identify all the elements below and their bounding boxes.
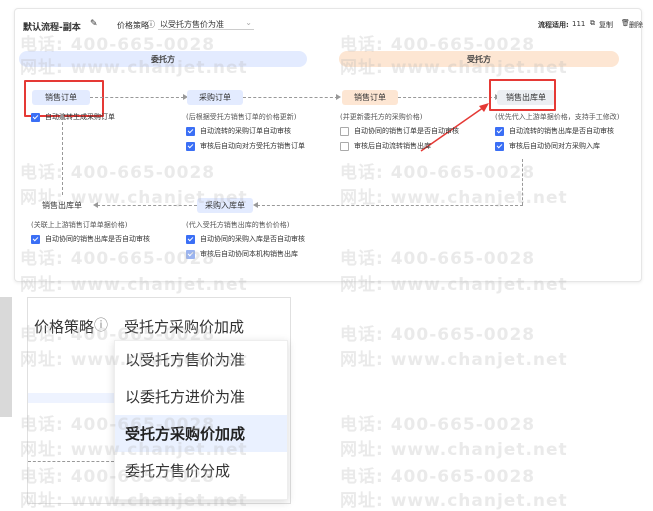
watermark-phone: 电话: 400-665-0028	[340, 467, 536, 487]
zoom-strategy-value[interactable]: 受托方采购价加成	[124, 316, 244, 337]
flow-line	[257, 205, 523, 206]
checkbox-row[interactable]: 自动流转生成采购订单	[31, 112, 115, 122]
checkbox[interactable]	[186, 141, 195, 151]
help-icon[interactable]: ⓘ	[147, 19, 155, 30]
checkbox[interactable]	[340, 141, 349, 151]
arrow-left-icon	[253, 202, 258, 208]
node-options: (优先代入上游单据价格，支持手工修改) 自动流转的销售出库是否自动审核 审核后自…	[495, 112, 619, 151]
node-label: 销售订单	[354, 93, 386, 102]
node-desc: (代入受托方销售出库的售价价格)	[186, 221, 290, 229]
apply-label: 流程适用:	[538, 21, 569, 29]
node-options: (关联上上游销售订单单据价格) 自动协同的销售出库是否自动审核	[31, 220, 150, 244]
checkbox-label: 审核后自动向对方受托方销售订单	[200, 142, 305, 150]
watermark-site: 网址: www.chanjet.net	[340, 350, 568, 370]
checkbox[interactable]	[186, 234, 195, 244]
watermark-site: 网址: www.chanjet.net	[340, 440, 568, 460]
node-purchase-order[interactable]: 采购订单	[187, 90, 243, 105]
chevron-down-icon: ⌄	[245, 18, 252, 27]
checkbox-row[interactable]: 审核后自动流转销售出库	[340, 141, 459, 151]
edit-icon[interactable]: ✎	[90, 19, 98, 29]
node-desc: (优先代入上游单据价格，支持手工修改)	[495, 113, 620, 121]
node-sales-outbound-client[interactable]: 销售出库单	[33, 198, 91, 213]
flow-line	[522, 159, 523, 205]
flow-line	[97, 205, 197, 206]
zoom-strategy-label: 价格策略	[34, 318, 95, 336]
node-desc: (后根据受托方销售订单的价格更新)	[186, 113, 297, 121]
strategy-select[interactable]: 以受托方售价为准 ⌄	[158, 17, 254, 30]
checkbox[interactable]	[186, 126, 195, 136]
node-purchase-inbound[interactable]: 采购入库单	[197, 198, 253, 213]
strategy-label: 价格策略	[117, 21, 149, 30]
dropdown-option[interactable]: 以委托方进价为准	[115, 378, 287, 415]
flow-line	[28, 461, 114, 462]
checkbox-row[interactable]: 审核后自动协同本机构销售出库	[186, 249, 305, 259]
option-label: 委托方售价分成	[125, 462, 231, 480]
band-fragment	[28, 393, 114, 403]
checkbox-row[interactable]: 自动协同的销售订单是否自动审核	[340, 126, 459, 136]
delete-button[interactable]: 删除	[629, 20, 643, 30]
flow-line	[398, 97, 497, 98]
dropdown-option-selected[interactable]: 受托方采购价加成	[115, 415, 287, 452]
checkbox-row[interactable]: 自动协同的销售出库是否自动审核	[31, 234, 150, 244]
watermark-phone: 电话: 400-665-0028	[340, 325, 536, 345]
dropdown-option[interactable]: 委托方售价分成	[115, 452, 287, 489]
flow-line	[62, 117, 63, 195]
checkbox-label: 自动协同的销售出库是否自动审核	[45, 235, 150, 243]
option-label: 以委托方进价为准	[125, 388, 246, 406]
node-desc: (关联上上游销售订单单据价格)	[31, 221, 128, 229]
help-icon[interactable]: ⓘ	[94, 315, 108, 335]
option-label: 受托方采购价加成	[125, 425, 246, 443]
node-label: 采购入库单	[205, 201, 245, 210]
checkbox[interactable]	[31, 112, 40, 122]
node-desc: (并更新委托方的采购价格)	[340, 113, 423, 121]
checkbox-label: 自动流转的销售出库是否自动审核	[509, 127, 614, 135]
checkbox-label: 自动流转生成采购订单	[45, 113, 115, 121]
checkbox-label: 自动协同的采购入库是否自动审核	[200, 235, 305, 243]
checkbox-row[interactable]: 自动流转的采购订单自动审核	[186, 126, 305, 136]
checkbox[interactable]	[186, 249, 195, 259]
process-panel: 默认流程-副本 ✎ 价格策略 ⓘ 以受托方售价为准 ⌄ 流程适用: 111 ⧉ …	[14, 8, 643, 282]
node-options: (代入受托方销售出库的售价价格) 自动协同的采购入库是否自动审核 审核后自动协同…	[186, 220, 305, 259]
checkbox[interactable]	[340, 126, 349, 136]
checkbox-label: 自动流转的采购订单自动审核	[200, 127, 291, 135]
node-options: (后根据受托方销售订单的价格更新) 自动流转的采购订单自动审核 审核后自动向对方…	[186, 112, 305, 151]
checkbox[interactable]	[495, 126, 504, 136]
trustee-band-label: 受托方	[467, 54, 491, 64]
node-options: (并更新委托方的采购价格) 自动协同的销售订单是否自动审核 审核后自动流转销售出…	[340, 112, 459, 151]
checkbox-row[interactable]: 审核后自动向对方受托方销售订单	[186, 141, 305, 151]
checkbox-row[interactable]: 自动流转的销售出库是否自动审核	[495, 126, 619, 136]
copy-button[interactable]: 复制	[599, 20, 613, 30]
dropdown-option[interactable]: 以受托方售价为准	[115, 341, 287, 378]
option-label: 以受托方售价为准	[125, 351, 246, 369]
side-strip	[0, 297, 12, 417]
checkbox-row[interactable]: 审核后自动协同对方采购入库	[495, 141, 619, 151]
highlight-box-sales-outbound	[489, 79, 556, 111]
strategy-select-value: 以受托方售价为准	[160, 20, 224, 29]
node-sales-order-trustee[interactable]: 销售订单	[342, 90, 398, 105]
apply-count: 111	[572, 20, 586, 28]
arrow-left-icon	[93, 202, 98, 208]
client-band-label: 委托方	[151, 54, 175, 64]
trustee-band: 受托方	[339, 51, 619, 67]
node-options: 自动流转生成采购订单	[31, 112, 115, 122]
process-title: 默认流程-副本	[23, 23, 81, 33]
flow-line	[90, 97, 184, 98]
client-band: 委托方	[19, 51, 307, 67]
checkbox[interactable]	[31, 234, 40, 244]
checkbox-label: 审核后自动流转销售出库	[354, 142, 431, 150]
watermark-site: 网址: www.chanjet.net	[340, 491, 568, 511]
flow-line	[243, 97, 338, 98]
strategy-dropdown: 以受托方售价为准 以委托方进价为准 受托方采购价加成 委托方售价分成	[114, 340, 288, 500]
checkbox-row[interactable]: 自动协同的采购入库是否自动审核	[186, 234, 305, 244]
copy-icon[interactable]: ⧉	[590, 19, 595, 28]
checkbox-label: 自动协同的销售订单是否自动审核	[354, 127, 459, 135]
arrow-up-icon	[59, 113, 65, 118]
node-label: 销售出库单	[42, 201, 82, 210]
checkbox-label: 审核后自动协同本机构销售出库	[200, 250, 298, 258]
checkbox-label: 审核后自动协同对方采购入库	[509, 142, 600, 150]
watermark-phone: 电话: 400-665-0028	[340, 415, 536, 435]
arrow-right-icon	[336, 94, 341, 100]
checkbox[interactable]	[495, 141, 504, 151]
node-label: 采购订单	[199, 93, 231, 102]
